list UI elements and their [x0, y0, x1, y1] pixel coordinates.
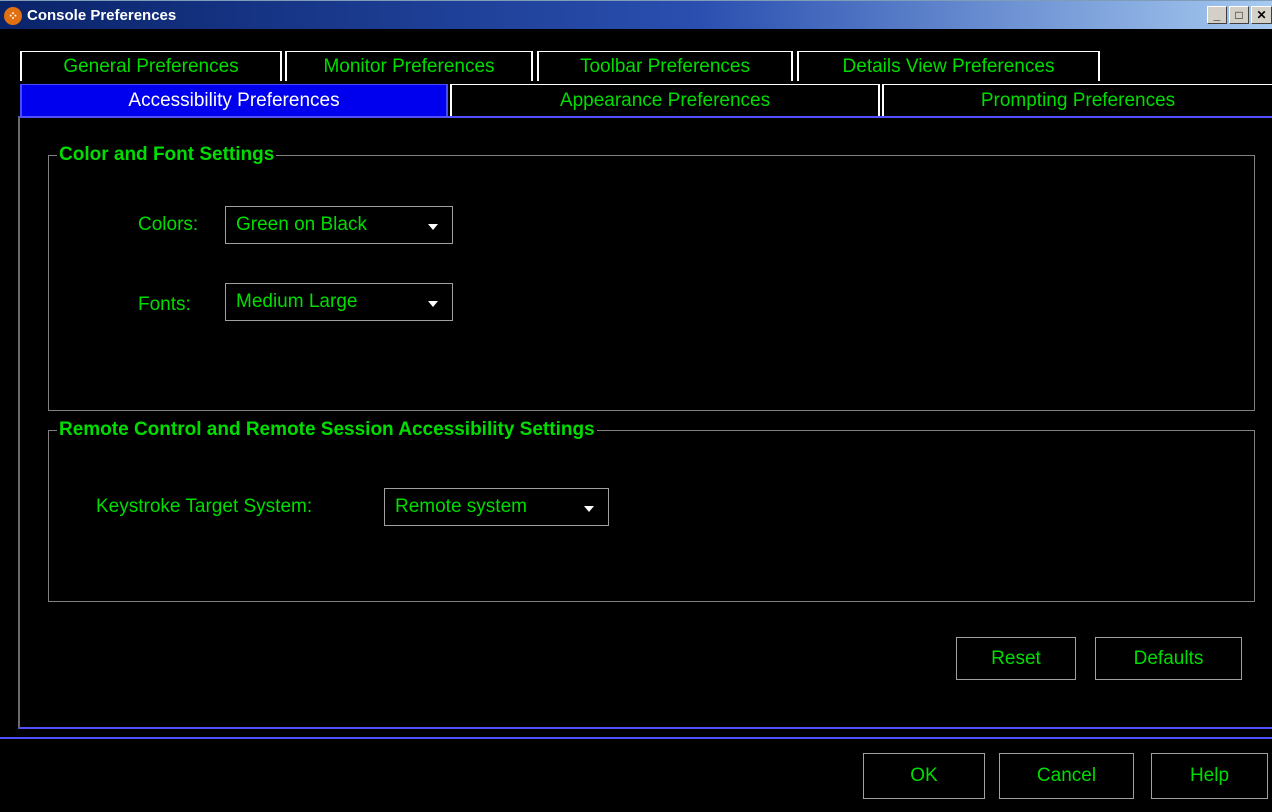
tab-toolbar-preferences[interactable]: Toolbar Preferences — [537, 51, 793, 81]
colors-select-value: Green on Black — [236, 214, 367, 235]
keystroke-target-value: Remote system — [395, 496, 527, 517]
minimize-icon[interactable]: _ — [1207, 6, 1227, 24]
colors-select[interactable]: Green on Black — [225, 206, 453, 244]
chevron-down-icon — [584, 506, 594, 512]
window-title: Console Preferences — [27, 7, 177, 24]
keystroke-target-select[interactable]: Remote system — [384, 488, 609, 526]
tab-content-panel: Color and Font Settings Colors: Green on… — [18, 116, 1272, 729]
tab-appearance-preferences[interactable]: Appearance Preferences — [450, 84, 880, 116]
tab-general-preferences[interactable]: General Preferences — [20, 51, 282, 81]
maximize-icon[interactable]: □ — [1229, 6, 1249, 24]
tab-label: Toolbar Preferences — [579, 55, 751, 77]
tab-label: Prompting Preferences — [980, 89, 1176, 111]
fonts-select[interactable]: Medium Large — [225, 283, 453, 321]
remote-accessibility-group-title: Remote Control and Remote Session Access… — [57, 419, 597, 441]
chevron-down-icon — [428, 224, 438, 230]
reset-button[interactable]: Reset — [956, 637, 1076, 680]
footer-divider — [0, 737, 1272, 739]
app-icon: ⁘ — [4, 7, 22, 25]
tab-prompting-preferences[interactable]: Prompting Preferences — [882, 84, 1272, 116]
tab-details-view-preferences[interactable]: Details View Preferences — [797, 51, 1100, 81]
cancel-button[interactable]: Cancel — [999, 753, 1134, 799]
chevron-down-icon — [428, 301, 438, 307]
ok-button[interactable]: OK — [863, 753, 985, 799]
color-font-group-title: Color and Font Settings — [57, 144, 277, 166]
tab-label: Accessibility Preferences — [128, 89, 340, 111]
fonts-select-value: Medium Large — [236, 291, 358, 312]
colors-label: Colors: — [138, 214, 199, 235]
keystroke-target-label: Keystroke Target System: — [96, 496, 313, 517]
help-button[interactable]: Help — [1151, 753, 1268, 799]
close-icon[interactable]: ✕ — [1251, 6, 1272, 24]
title-bar: ⁘ Console Preferences _ □ ✕ — [0, 0, 1272, 29]
defaults-button[interactable]: Defaults — [1095, 637, 1242, 680]
tab-label: Monitor Preferences — [323, 55, 495, 77]
tab-accessibility-preferences[interactable]: Accessibility Preferences — [20, 84, 448, 116]
tab-monitor-preferences[interactable]: Monitor Preferences — [285, 51, 533, 81]
tab-label: General Preferences — [63, 55, 239, 77]
tab-label: Appearance Preferences — [559, 89, 771, 111]
tab-label: Details View Preferences — [842, 55, 1055, 77]
fonts-label: Fonts: — [138, 294, 191, 315]
